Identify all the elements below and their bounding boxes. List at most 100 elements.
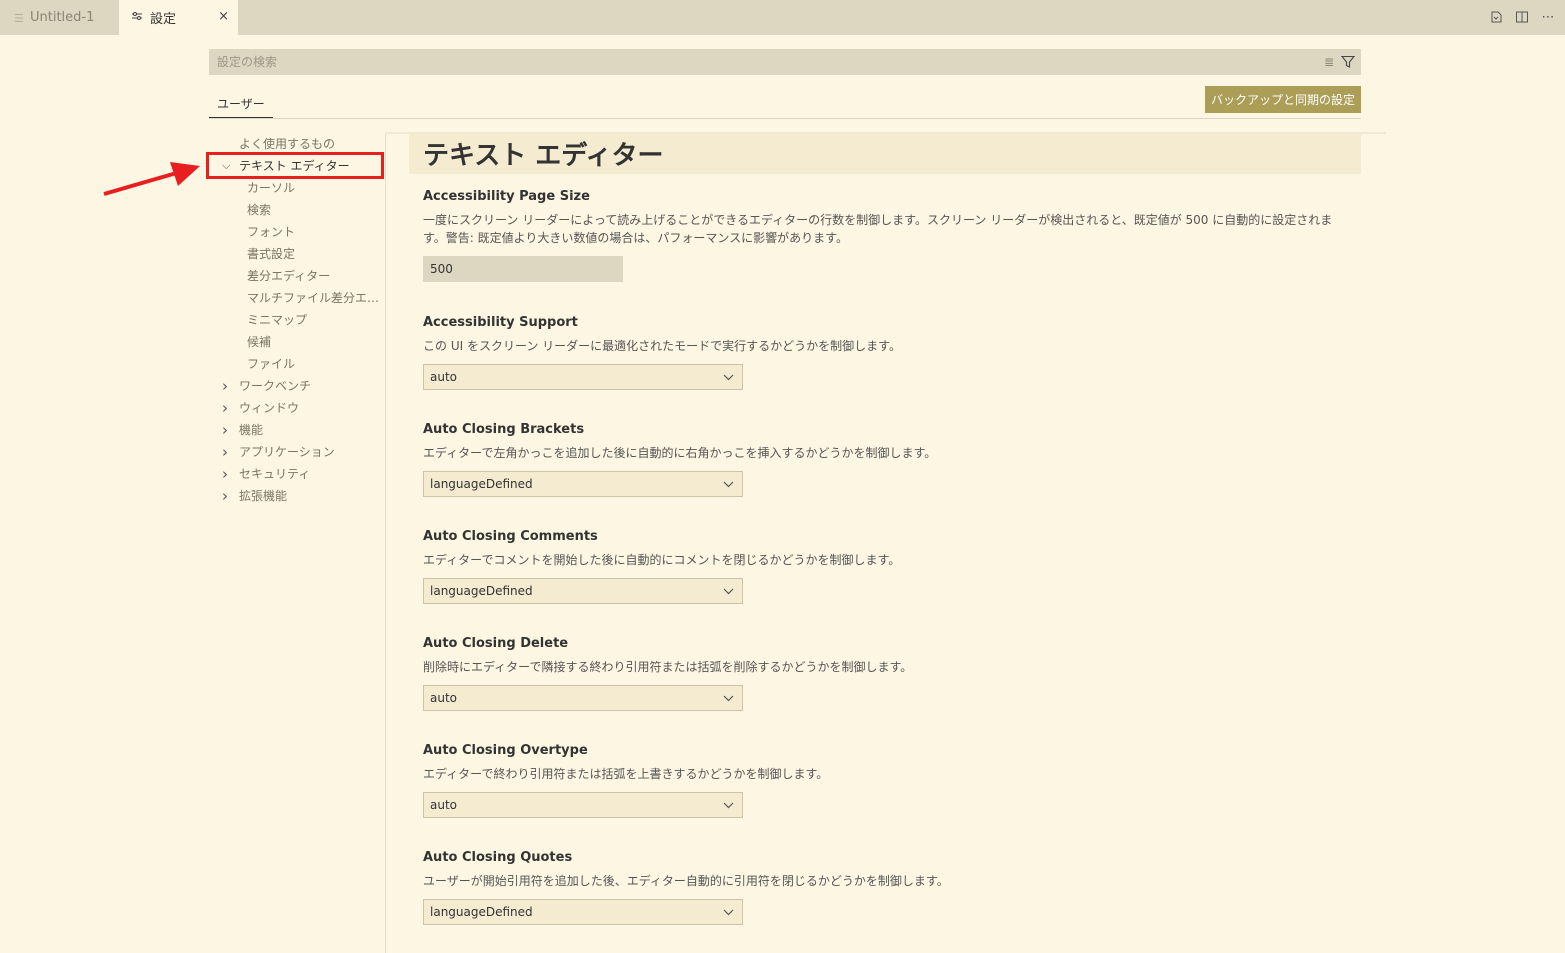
settings-toc: よく使用するもの ⌵ テキスト エディター カーソル 検索 フォント 書式設定 差分エディター…	[209, 133, 385, 507]
chevron-down-icon	[723, 900, 734, 933]
setting-dropdown[interactable]: languageDefined	[423, 899, 743, 925]
dropdown-value: languageDefined	[430, 477, 533, 491]
backup-sync-button[interactable]: バックアップと同期の設定	[1204, 86, 1361, 113]
editor-actions: ⋯	[1487, 8, 1557, 26]
toc-item-label: フォント	[247, 225, 296, 239]
toc-item-label: 候補	[247, 335, 272, 349]
toc-item[interactable]: › 機能	[209, 419, 385, 441]
chevron-down-icon	[723, 472, 734, 505]
setting-description: ユーザーが開始引用符を追加した後、エディター自動的に引用符を閉じるかどうかを制御…	[423, 874, 949, 888]
setting-title: Auto Closing Comments	[423, 529, 598, 544]
toc-item[interactable]: › 拡張機能	[209, 485, 385, 507]
chevron-down-icon	[723, 793, 734, 826]
chevron-right-icon: ›	[222, 465, 228, 483]
filter-icon[interactable]	[1340, 54, 1356, 73]
toc-item[interactable]: フォント	[209, 221, 385, 243]
dropdown-value: auto	[430, 691, 458, 705]
setting-dropdown[interactable]: languageDefined	[423, 471, 743, 497]
setting-description: エディターで左角かっこを追加した後に自動的に右角かっこを挿入するかどうかを制御し…	[423, 446, 937, 460]
toc-item-label: 拡張機能	[239, 489, 288, 503]
toc-item-label: ミニマップ	[247, 313, 308, 327]
tab-settings-label: 設定	[150, 12, 177, 27]
toc-item[interactable]: › ワークベンチ	[209, 375, 385, 397]
toc-item-label: よく使用するもの	[239, 137, 336, 151]
toc-item-label: ワークベンチ	[239, 379, 312, 393]
toc-item-label: 機能	[239, 423, 264, 437]
chevron-down-icon	[723, 686, 734, 719]
toc-item-label: 差分エディター	[247, 269, 331, 283]
setting-item: Auto Closing Quotes ユーザーが開始引用符を追加した後、エディタ…	[423, 850, 1353, 925]
scope-divider	[209, 118, 1361, 119]
chevron-down-icon	[723, 365, 734, 398]
chevron-right-icon: ›	[222, 377, 228, 395]
toc-item[interactable]: ミニマップ	[209, 309, 385, 331]
file-icon: ☰	[14, 11, 24, 25]
settings-icon	[131, 10, 143, 25]
setting-item: Auto Closing Brackets エディターで左角かっこを追加した後に自…	[423, 422, 1353, 497]
highlight-box	[206, 152, 384, 179]
setting-description: エディターでコメントを開始した後に自動的にコメントを閉じるかどうかを制御します。	[423, 553, 901, 567]
setting-dropdown[interactable]: auto	[423, 792, 743, 818]
toc-item-label: ファイル	[247, 357, 296, 371]
toc-item[interactable]: 検索	[209, 199, 385, 221]
clear-filter-icon[interactable]: ≣	[1324, 55, 1334, 69]
setting-item: Accessibility Page Size 一度にスクリーン リーダーによって…	[423, 189, 1353, 282]
toc-item[interactable]: › ウィンドウ	[209, 397, 385, 419]
split-editor-icon[interactable]	[1513, 8, 1531, 26]
tab-untitled-label: Untitled-1	[30, 10, 95, 25]
tab-settings[interactable]: 設定 ×	[119, 0, 238, 35]
setting-item: Accessibility Support この UI をスクリーン リーダーに最…	[423, 315, 1353, 390]
chevron-right-icon: ›	[222, 443, 228, 461]
toc-item-label: アプリケーション	[239, 445, 335, 459]
chevron-right-icon: ›	[222, 421, 228, 439]
toc-item[interactable]: 候補	[209, 331, 385, 353]
setting-number-input[interactable]	[423, 256, 623, 282]
toc-item[interactable]: 書式設定	[209, 243, 385, 265]
search-input[interactable]	[209, 50, 1305, 74]
chevron-right-icon: ›	[222, 487, 228, 505]
more-actions-icon[interactable]: ⋯	[1539, 8, 1557, 26]
setting-dropdown[interactable]: auto	[423, 364, 743, 390]
tab-bar: ☰ Untitled-1 設定 × ⋯	[0, 0, 1565, 35]
setting-item: Auto Closing Delete 削除時にエディターで隣接する終わり引用符ま…	[423, 636, 1353, 711]
setting-dropdown[interactable]: languageDefined	[423, 578, 743, 604]
toc-item[interactable]: 差分エディター	[209, 265, 385, 287]
toc-item-label: 書式設定	[247, 247, 296, 261]
setting-title: Auto Closing Overtype	[423, 743, 588, 758]
settings-search: ≣	[209, 49, 1361, 75]
toc-item[interactable]: マルチファイル差分エディ...	[209, 287, 385, 309]
setting-item: Auto Closing Overtype エディターで終わり引用符または括弧を上…	[423, 743, 1353, 818]
open-json-icon[interactable]	[1487, 8, 1505, 26]
setting-title: Accessibility Support	[423, 315, 578, 330]
setting-description: この UI をスクリーン リーダーに最適化されたモードで実行するかどうかを制御し…	[423, 339, 901, 353]
setting-title: Auto Closing Brackets	[423, 422, 585, 437]
chevron-right-icon: ›	[222, 399, 228, 417]
dropdown-value: auto	[430, 798, 458, 812]
toc-item[interactable]: カーソル	[209, 177, 385, 199]
close-icon[interactable]: ×	[218, 9, 229, 24]
toc-divider	[385, 133, 386, 953]
toc-item-label: セキュリティ	[239, 467, 311, 481]
toc-item[interactable]: ファイル	[209, 353, 385, 375]
toc-item-label: カーソル	[247, 181, 296, 195]
toc-item[interactable]: › アプリケーション	[209, 441, 385, 463]
setting-dropdown[interactable]: auto	[423, 685, 743, 711]
setting-description: 削除時にエディターで隣接する終わり引用符または括弧を削除するかどうかを制御します…	[423, 660, 913, 674]
dropdown-value: languageDefined	[430, 584, 533, 598]
setting-description: 一度にスクリーン リーダーによって読み上げることができるエディターの行数を制御し…	[423, 213, 1333, 245]
chevron-down-icon	[723, 579, 734, 612]
scope-tab-user[interactable]: ユーザー	[209, 90, 273, 118]
toc-item-label: マルチファイル差分エディ...	[247, 291, 385, 305]
setting-item: Auto Closing Comments エディターでコメントを開始した後に自動…	[423, 529, 1353, 604]
tab-untitled[interactable]: ☰ Untitled-1	[0, 0, 119, 35]
setting-title: Auto Closing Quotes	[423, 850, 573, 865]
toc-item-label: ウィンドウ	[239, 401, 300, 415]
dropdown-value: languageDefined	[430, 905, 533, 919]
toc-item-label: 検索	[247, 203, 272, 217]
section-title: テキスト エディター	[409, 133, 1361, 174]
setting-title: Auto Closing Delete	[423, 636, 569, 651]
annotation-arrow	[103, 162, 200, 196]
setting-description: エディターで終わり引用符または括弧を上書きするかどうかを制御します。	[423, 767, 829, 781]
toc-item[interactable]: › セキュリティ	[209, 463, 385, 485]
dropdown-value: auto	[430, 370, 458, 384]
